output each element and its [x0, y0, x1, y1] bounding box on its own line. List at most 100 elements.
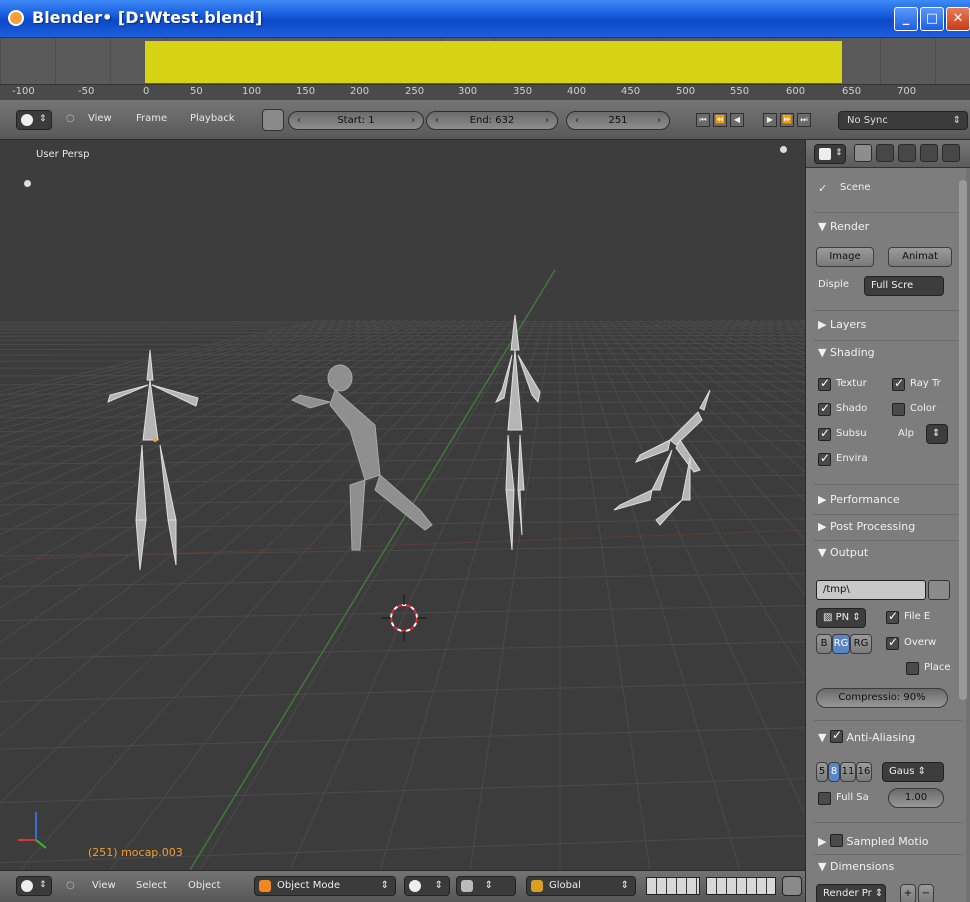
- decrement-arrow-icon[interactable]: ‹: [575, 112, 579, 129]
- end-frame-field[interactable]: ‹ End: 632 ›: [426, 111, 558, 130]
- menu-view[interactable]: View: [88, 113, 112, 124]
- dimensions-panel-header[interactable]: ▼ Dimensions: [818, 860, 894, 873]
- ruler-tick: 350: [513, 86, 533, 97]
- aa-samples-8[interactable]: 8: [828, 762, 840, 782]
- menu-frame[interactable]: Frame: [136, 113, 167, 124]
- editor-type-selector[interactable]: ⇕: [814, 144, 846, 164]
- aa-samples-11[interactable]: 11: [840, 762, 856, 782]
- minimize-button[interactable]: _: [894, 7, 918, 31]
- ruler-tick: 50: [190, 86, 203, 97]
- file-extensions-checkbox[interactable]: [886, 609, 899, 624]
- next-keyframe-icon[interactable]: ⏩: [780, 113, 794, 127]
- performance-panel-header[interactable]: ▶ Performance: [818, 493, 900, 506]
- panel-separator: [814, 854, 962, 855]
- output-panel-header[interactable]: ▼ Output: [818, 546, 868, 559]
- 3d-viewport[interactable]: User Persp (251) mocap.003: [0, 140, 805, 870]
- maximize-button[interactable]: □: [920, 7, 944, 31]
- frame-ruler[interactable]: -100 -50 0 50 100 150 200 250 300 350 40…: [0, 84, 970, 100]
- raytracing-checkbox[interactable]: [892, 376, 905, 391]
- properties-scrollbar[interactable]: [959, 180, 967, 700]
- environment-map-checkbox[interactable]: [818, 451, 831, 466]
- toolbar-toggle-icon[interactable]: [24, 180, 31, 187]
- shading-panel-header[interactable]: ▼ Shading: [818, 346, 875, 359]
- display-mode-dropdown[interactable]: Full Scre: [864, 276, 944, 296]
- full-sample-checkbox[interactable]: [818, 792, 831, 805]
- decrement-arrow-icon[interactable]: ‹: [297, 112, 301, 129]
- render-tab-icon[interactable]: [854, 144, 872, 162]
- scene-tab-icon[interactable]: [876, 144, 894, 162]
- panel-separator: [814, 340, 962, 341]
- aa-samples-16[interactable]: 16: [856, 762, 872, 782]
- play-icon[interactable]: ▶: [763, 113, 777, 127]
- prev-keyframe-icon[interactable]: ⏪: [713, 113, 727, 127]
- sync-mode-dropdown[interactable]: No Sync ⇕: [838, 111, 968, 130]
- lock-layers-icon[interactable]: [782, 876, 802, 896]
- alpha-mode-dropdown[interactable]: ⇕: [926, 424, 948, 444]
- pivot-point-dropdown[interactable]: ⇕: [456, 876, 516, 896]
- color-management-checkbox[interactable]: [892, 403, 905, 416]
- transform-orientation-dropdown[interactable]: Global ⇕: [526, 876, 636, 896]
- render-image-button[interactable]: Image: [816, 247, 874, 267]
- header-collapse-icon[interactable]: ○: [66, 113, 75, 124]
- color-rgb-button[interactable]: RG: [832, 634, 850, 654]
- constraints-tab-icon[interactable]: [942, 144, 960, 162]
- pin-icon[interactable]: ✓: [818, 182, 827, 195]
- anti-aliasing-panel-header[interactable]: ▼ Anti-Aliasing: [818, 728, 915, 744]
- viewport-shading-dropdown[interactable]: ⇕: [404, 876, 450, 896]
- header-collapse-icon[interactable]: ○: [66, 880, 75, 891]
- menu-playback[interactable]: Playback: [190, 113, 235, 124]
- aa-filter-dropdown[interactable]: Gaus ⇕: [882, 762, 944, 782]
- world-tab-icon[interactable]: [898, 144, 916, 162]
- viewport-scene: [0, 140, 805, 870]
- subsurface-checkbox[interactable]: [818, 426, 831, 441]
- timeline-editor[interactable]: -100 -50 0 50 100 150 200 250 300 350 40…: [0, 38, 970, 100]
- color-rgba-button[interactable]: RG: [850, 634, 872, 654]
- file-format-dropdown[interactable]: ▨ PN ⇕: [816, 608, 866, 628]
- increment-arrow-icon[interactable]: ›: [657, 112, 661, 129]
- filter-size-field[interactable]: 1.00: [888, 788, 944, 808]
- editor-type-selector[interactable]: ⇕: [16, 110, 52, 130]
- sampled-motion-panel-header[interactable]: ▶ Sampled Motio: [818, 832, 929, 848]
- anti-aliasing-checkbox[interactable]: [829, 728, 843, 743]
- updown-arrow-icon: ⇕: [952, 115, 961, 126]
- render-preset-dropdown[interactable]: Render Pr ⇕: [816, 884, 886, 902]
- grid-line: [0, 319, 441, 518]
- scene-layers-a[interactable]: [646, 877, 700, 895]
- play-reverse-icon[interactable]: ◀: [730, 113, 744, 127]
- start-frame-field[interactable]: ‹ Start: 1 ›: [288, 111, 424, 130]
- layers-panel-header[interactable]: ▶ Layers: [818, 318, 866, 331]
- menu-object[interactable]: Object: [188, 880, 221, 891]
- decrement-arrow-icon[interactable]: ‹: [435, 112, 439, 129]
- post-processing-panel-header[interactable]: ▶ Post Processing: [818, 520, 915, 533]
- render-panel-header[interactable]: ▼ Render: [818, 220, 869, 233]
- scene-layers-b[interactable]: [706, 877, 776, 895]
- render-animation-button[interactable]: Animat: [888, 247, 952, 267]
- editor-type-selector[interactable]: ⇕: [16, 876, 52, 896]
- menu-select[interactable]: Select: [136, 880, 167, 891]
- title-bar[interactable]: Blender• [D:Wtest.blend] _ □ ✕: [0, 0, 970, 38]
- menu-view[interactable]: View: [92, 880, 116, 891]
- output-path-field[interactable]: /tmp\: [816, 580, 926, 600]
- close-button[interactable]: ✕: [946, 7, 970, 31]
- object-mode-icon: [259, 880, 271, 892]
- folder-icon[interactable]: [928, 580, 950, 600]
- placeholders-checkbox[interactable]: [906, 662, 919, 675]
- add-preset-button[interactable]: +: [900, 884, 916, 902]
- jump-end-icon[interactable]: ⏭: [797, 113, 811, 127]
- jump-start-icon[interactable]: ⏮: [696, 113, 710, 127]
- interaction-mode-dropdown[interactable]: Object Mode ⇕: [254, 876, 396, 896]
- textures-checkbox[interactable]: [818, 376, 831, 391]
- increment-arrow-icon[interactable]: ›: [545, 112, 549, 129]
- keying-set-icon[interactable]: [262, 109, 284, 131]
- object-tab-icon[interactable]: [920, 144, 938, 162]
- overwrite-checkbox[interactable]: [886, 635, 899, 650]
- current-frame-field[interactable]: ‹ 251 ›: [566, 111, 670, 130]
- color-bw-button[interactable]: B: [816, 634, 832, 654]
- viewport-split-handle-icon[interactable]: [780, 146, 787, 153]
- aa-samples-5[interactable]: 5: [816, 762, 828, 782]
- increment-arrow-icon[interactable]: ›: [411, 112, 415, 129]
- remove-preset-button[interactable]: −: [918, 884, 934, 902]
- shadows-checkbox[interactable]: [818, 401, 831, 416]
- compression-slider[interactable]: Compressio: 90%: [816, 688, 948, 708]
- sampled-motion-checkbox[interactable]: [829, 834, 843, 847]
